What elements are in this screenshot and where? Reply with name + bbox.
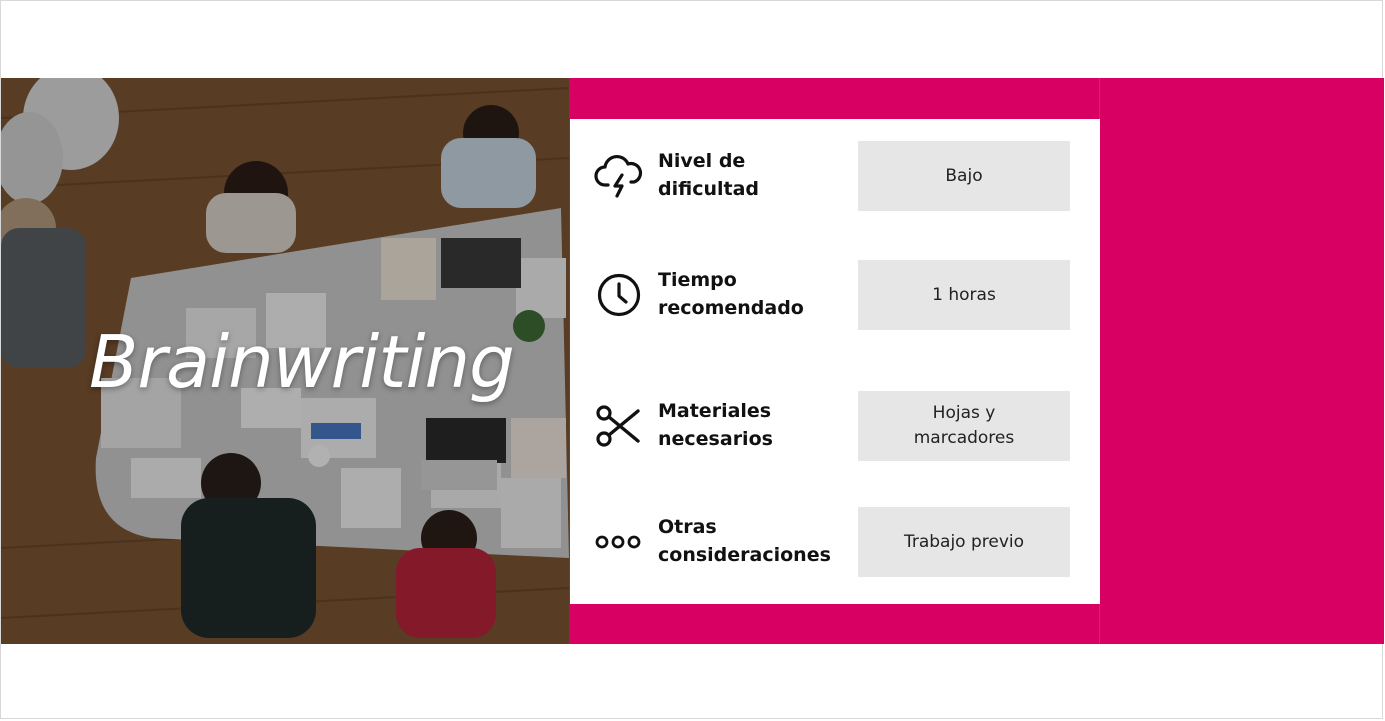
time-label: Tiempo recomendado: [658, 269, 804, 319]
other-row: Otras consideraciones Trabajo previo: [570, 507, 1100, 577]
time-value: 1 horas: [858, 260, 1070, 330]
hero-title: Brainwriting: [89, 320, 515, 404]
content-band: Brainwriting Nivel de dificultad Bajo Ti…: [1, 78, 1384, 644]
difficulty-row: Nivel de dificultad Bajo: [570, 141, 1100, 211]
difficulty-label: Nivel de dificultad: [658, 150, 760, 200]
difficulty-value: Bajo: [858, 141, 1070, 211]
other-value: Trabajo previo: [858, 507, 1070, 577]
materials-row: Materiales necesarios Hojas y marcadores: [570, 391, 1100, 461]
time-row: Tiempo recomendado 1 horas: [570, 260, 1100, 330]
materials-label: Materiales necesarios: [658, 400, 773, 450]
more-dots-icon: [594, 517, 644, 567]
clock-icon: [594, 270, 644, 320]
scissors-icon: [594, 401, 644, 451]
info-card: Nivel de dificultad Bajo Tiempo recomend…: [570, 119, 1100, 604]
storm-cloud-icon: [594, 151, 644, 201]
team-meeting-photo: Brainwriting: [1, 78, 569, 644]
materials-value: Hojas y marcadores: [858, 391, 1070, 461]
other-label: Otras consideraciones: [658, 516, 831, 566]
